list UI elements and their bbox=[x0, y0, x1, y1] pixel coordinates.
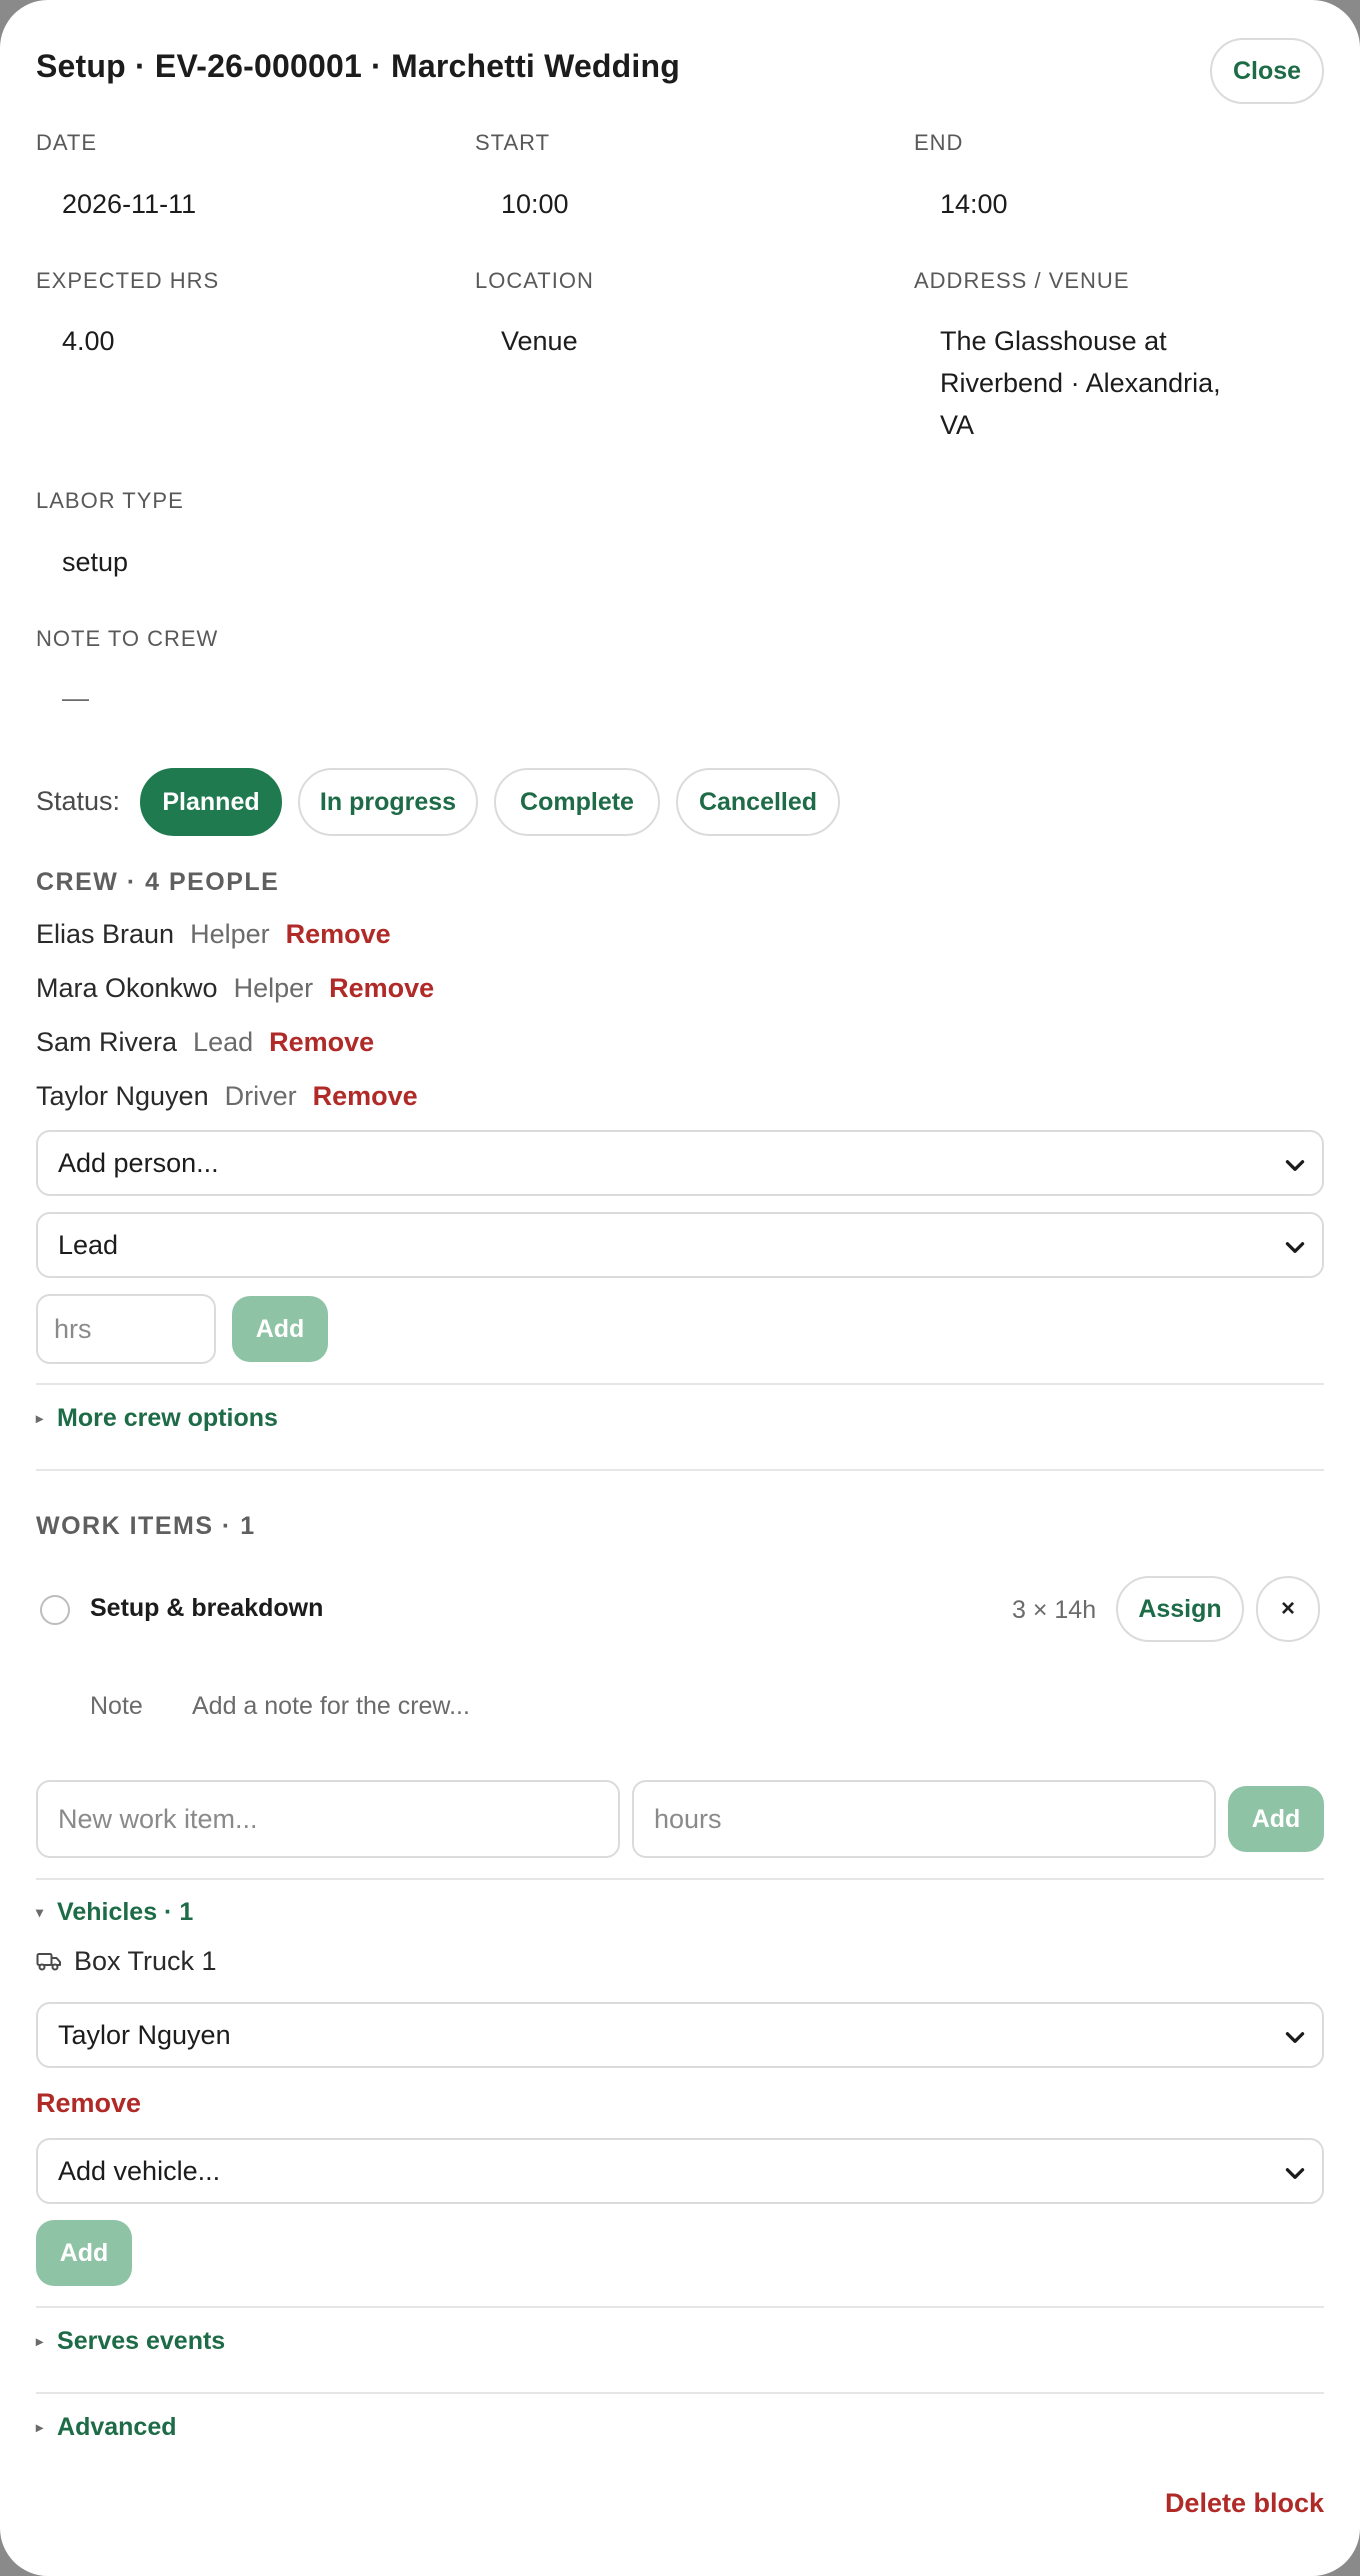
end-value[interactable]: 14:00 bbox=[940, 183, 1008, 225]
triangle-down-icon: ▾ bbox=[36, 1904, 44, 1920]
crew-hours-input[interactable]: hrs bbox=[36, 1294, 216, 1364]
chevron-down-icon bbox=[1285, 1160, 1305, 1171]
add-crew-button[interactable]: Add bbox=[232, 1296, 328, 1362]
serves-events-toggle[interactable]: ▸ Serves events bbox=[36, 2327, 225, 2356]
add-vehicle-select[interactable]: Add vehicle... bbox=[36, 2138, 1324, 2204]
date-value[interactable]: 2026-11-11 bbox=[62, 183, 196, 225]
vehicle-row: Box Truck 1 bbox=[36, 1946, 217, 1977]
note-to-crew-label: NOTE TO CREW bbox=[36, 626, 219, 651]
crew-role-select[interactable]: Lead bbox=[36, 1212, 1324, 1278]
chevron-down-icon bbox=[1285, 2032, 1305, 2043]
divider bbox=[36, 1383, 1324, 1385]
crew-member-role: Helper bbox=[233, 972, 314, 1003]
work-item-hours-input[interactable]: hours bbox=[632, 1780, 1216, 1858]
work-item-note-label: Note bbox=[90, 1692, 143, 1720]
expected-hrs-value[interactable]: 4.00 bbox=[62, 320, 115, 362]
work-item-complete-radio[interactable] bbox=[40, 1595, 70, 1625]
crew-row: Mara Okonkwo Helper Remove bbox=[36, 968, 434, 1008]
remove-work-item-button[interactable]: × bbox=[1256, 1576, 1320, 1642]
crew-member-name: Taylor Nguyen bbox=[36, 1080, 209, 1111]
delete-block-link[interactable]: Delete block bbox=[1165, 2488, 1324, 2519]
crew-member-role: Lead bbox=[193, 1026, 254, 1057]
chevron-down-icon bbox=[1285, 1242, 1305, 1253]
add-vehicle-select-value: Add vehicle... bbox=[58, 2155, 221, 2186]
divider bbox=[36, 2306, 1324, 2308]
remove-crew-member-link[interactable]: Remove bbox=[286, 919, 391, 950]
status-complete-button[interactable]: Complete bbox=[494, 768, 660, 836]
divider bbox=[36, 1469, 1324, 1471]
add-work-item-button[interactable]: Add bbox=[1228, 1786, 1324, 1852]
status-planned-button[interactable]: Planned bbox=[140, 768, 282, 836]
assign-work-item-button[interactable]: Assign bbox=[1116, 1576, 1244, 1642]
triangle-right-icon: ▸ bbox=[36, 2333, 44, 2349]
more-crew-options-label: More crew options bbox=[57, 1404, 278, 1432]
address-value[interactable]: The Glasshouse at Riverbend · Alexandria… bbox=[940, 320, 1260, 446]
serves-events-label: Serves events bbox=[57, 2327, 226, 2355]
location-label: LOCATION bbox=[475, 268, 594, 293]
new-work-item-input[interactable]: New work item... bbox=[36, 1780, 620, 1858]
divider bbox=[36, 2392, 1324, 2394]
crew-member-name: Elias Braun bbox=[36, 918, 175, 949]
work-item-quantity: 3 × 14h bbox=[1012, 1596, 1097, 1624]
date-label: DATE bbox=[36, 130, 98, 155]
crew-member-name: Mara Okonkwo bbox=[36, 972, 218, 1003]
expected-hrs-label: EXPECTED HRS bbox=[36, 268, 220, 293]
triangle-right-icon: ▸ bbox=[36, 1410, 44, 1426]
status-cancelled-button[interactable]: Cancelled bbox=[676, 768, 840, 836]
remove-crew-member-link[interactable]: Remove bbox=[313, 1081, 418, 1112]
add-person-select-value: Add person... bbox=[58, 1147, 219, 1178]
triangle-right-icon: ▸ bbox=[36, 2419, 44, 2435]
crew-row: Taylor Nguyen Driver Remove bbox=[36, 1076, 418, 1116]
vehicle-driver-select[interactable]: Taylor Nguyen bbox=[36, 2002, 1324, 2068]
work-item-note-input[interactable]: Add a note for the crew... bbox=[192, 1692, 470, 1721]
vehicles-heading: Vehicles · 1 bbox=[57, 1898, 194, 1926]
divider bbox=[36, 1878, 1324, 1880]
truck-icon bbox=[36, 1952, 61, 1970]
modal-title: Setup · EV-26-000001 · Marchetti Wedding bbox=[36, 48, 681, 84]
close-button[interactable]: Close bbox=[1210, 38, 1324, 104]
vehicles-toggle[interactable]: ▾ Vehicles · 1 bbox=[36, 1898, 193, 1927]
remove-crew-member-link[interactable]: Remove bbox=[269, 1027, 374, 1058]
setup-block-modal: Setup · EV-26-000001 · Marchetti Wedding… bbox=[0, 0, 1360, 2576]
note-to-crew-value[interactable]: — bbox=[62, 677, 89, 719]
advanced-toggle[interactable]: ▸ Advanced bbox=[36, 2413, 177, 2442]
start-value[interactable]: 10:00 bbox=[501, 183, 569, 225]
vehicle-driver-select-value: Taylor Nguyen bbox=[58, 2019, 231, 2050]
end-label: END bbox=[914, 130, 964, 155]
start-label: START bbox=[475, 130, 551, 155]
labor-type-value[interactable]: setup bbox=[62, 541, 128, 583]
vehicle-name: Box Truck 1 bbox=[74, 1946, 217, 1976]
remove-vehicle-link[interactable]: Remove bbox=[36, 2088, 141, 2119]
crew-row: Sam Rivera Lead Remove bbox=[36, 1022, 374, 1062]
remove-crew-member-link[interactable]: Remove bbox=[329, 973, 434, 1004]
labor-type-label: LABOR TYPE bbox=[36, 488, 184, 513]
crew-member-role: Driver bbox=[224, 1080, 297, 1111]
more-crew-options-toggle[interactable]: ▸ More crew options bbox=[36, 1404, 278, 1433]
crew-heading: CREW · 4 PEOPLE bbox=[36, 868, 280, 896]
address-label: ADDRESS / VENUE bbox=[914, 268, 1130, 293]
status-label: Status: bbox=[36, 786, 121, 816]
status-in-progress-button[interactable]: In progress bbox=[298, 768, 478, 836]
add-vehicle-button[interactable]: Add bbox=[36, 2220, 132, 2286]
advanced-label: Advanced bbox=[57, 2413, 177, 2441]
work-item-name: Setup & breakdown bbox=[90, 1594, 324, 1622]
crew-role-select-value: Lead bbox=[58, 1229, 119, 1260]
chevron-down-icon bbox=[1285, 2168, 1305, 2179]
work-items-heading: WORK ITEMS · 1 bbox=[36, 1512, 256, 1540]
crew-row: Elias Braun Helper Remove bbox=[36, 914, 391, 954]
crew-member-name: Sam Rivera bbox=[36, 1026, 178, 1057]
crew-member-role: Helper bbox=[190, 918, 270, 949]
location-value[interactable]: Venue bbox=[501, 320, 578, 362]
add-person-select[interactable]: Add person... bbox=[36, 1130, 1324, 1196]
